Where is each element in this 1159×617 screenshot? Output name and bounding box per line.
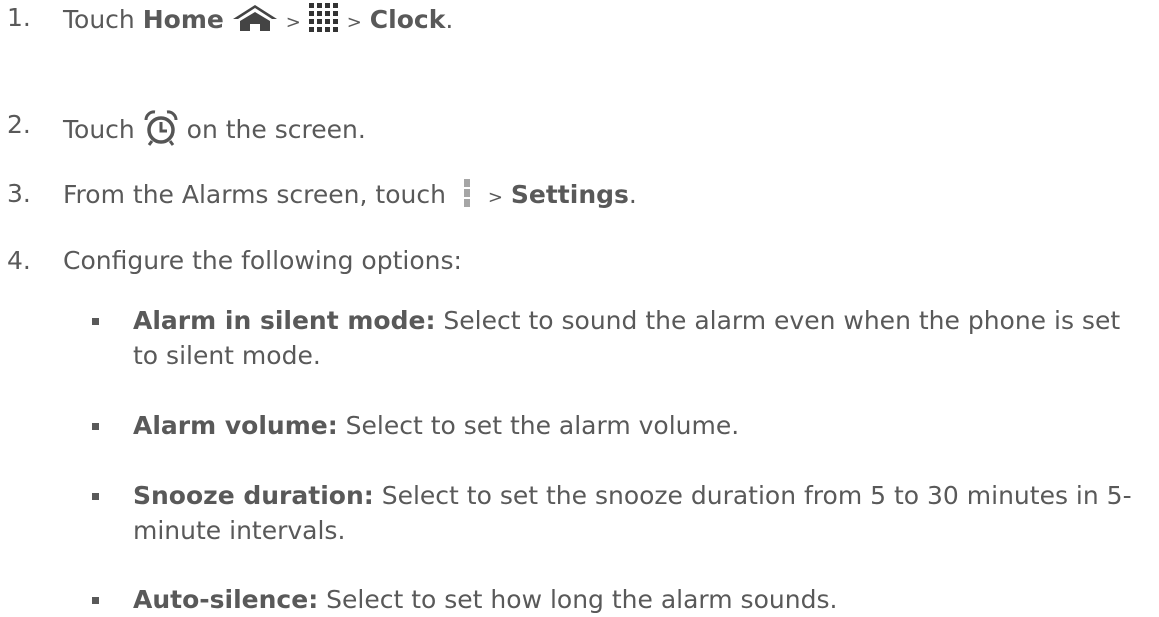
clock-label: Clock (369, 5, 446, 34)
instructions: 1. Touch Home > > Clock. 2. Touch on the… (0, 0, 1159, 614)
step-number: 2. (7, 110, 31, 139)
home-label: Home (142, 5, 224, 34)
settings-label: Settings (510, 180, 629, 209)
step-text: Touch Home > > Clock. (63, 3, 453, 39)
list-item: Snooze duration: Select to set the snooz… (133, 481, 1132, 545)
menu-icon (463, 179, 470, 213)
home-icon (232, 4, 278, 38)
step-text: Configure the following options: (63, 246, 462, 275)
bullet (92, 423, 99, 430)
list-item: Alarm in silent mode: Select to sound th… (133, 306, 1121, 370)
bullet (92, 597, 99, 604)
step-number: 4. (7, 246, 31, 275)
apps-grid-icon (308, 3, 339, 39)
alarm-clock-icon (143, 110, 179, 152)
bullet (92, 493, 99, 500)
list-item: Alarm volume: Select to set the alarm vo… (133, 411, 740, 440)
list-item: Auto-silence: Select to set how long the… (133, 585, 838, 614)
step-number: 1. (7, 3, 31, 32)
step-text: Touch on the screen. (63, 110, 366, 152)
step-number: 3. (7, 179, 31, 208)
step-text: From the Alarms screen, touch > Settings… (63, 179, 637, 213)
bullet (92, 318, 99, 325)
